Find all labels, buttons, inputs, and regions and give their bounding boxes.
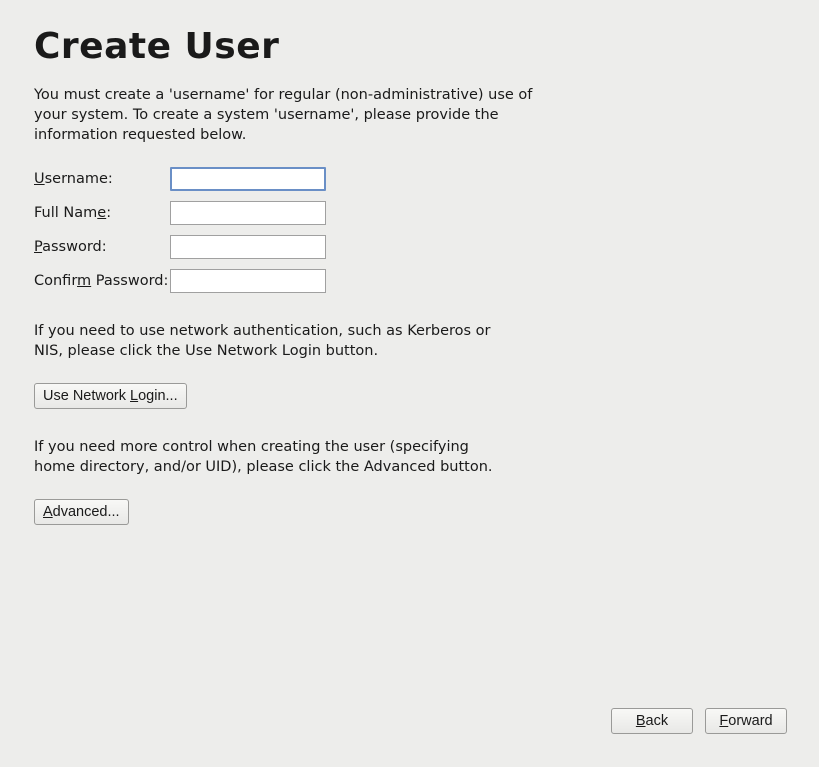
use-network-login-button[interactable]: Use Network Login... (34, 383, 187, 409)
row-username: Username: (34, 167, 785, 191)
footer-buttons: Back Forward (611, 708, 787, 734)
page-title: Create User (34, 26, 785, 67)
row-confirm: Confirm Password: (34, 269, 785, 293)
label-password: Password: (34, 239, 170, 255)
forward-button[interactable]: Forward (705, 708, 787, 734)
intro-text: You must create a 'username' for regular… (34, 85, 544, 145)
row-password: Password: (34, 235, 785, 259)
network-auth-text: If you need to use network authenticatio… (34, 321, 504, 361)
label-confirm: Confirm Password: (34, 273, 170, 289)
username-input[interactable] (170, 167, 326, 191)
confirm-password-input[interactable] (170, 269, 326, 293)
main-content: Create User You must create a 'username'… (0, 0, 819, 525)
label-username: Username: (34, 171, 170, 187)
label-fullname: Full Name: (34, 205, 170, 221)
advanced-button[interactable]: Advanced... (34, 499, 129, 525)
advanced-text: If you need more control when creating t… (34, 437, 504, 477)
back-button[interactable]: Back (611, 708, 693, 734)
password-input[interactable] (170, 235, 326, 259)
row-fullname: Full Name: (34, 201, 785, 225)
fullname-input[interactable] (170, 201, 326, 225)
